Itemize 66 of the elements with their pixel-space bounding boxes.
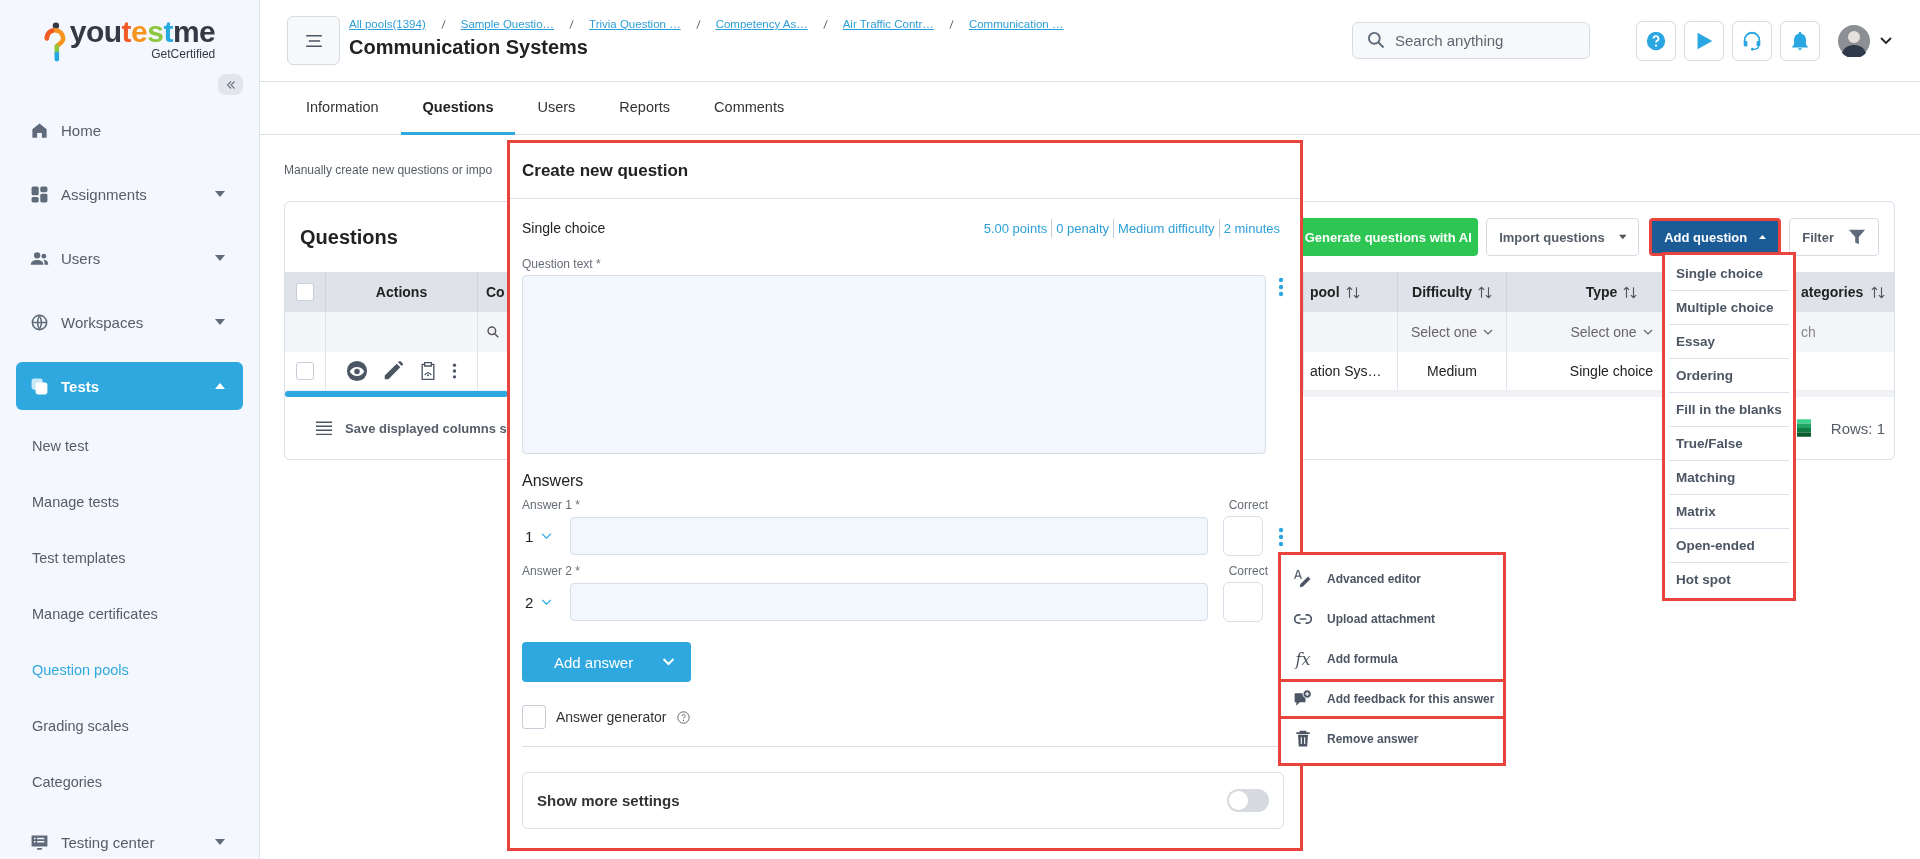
tab[interactable]: Questions	[400, 82, 516, 135]
field-label: Answer 2 *	[522, 564, 581, 578]
card-title: Questions	[300, 225, 398, 249]
filter-button[interactable]: Filter	[1789, 218, 1879, 256]
field-label: Correct	[1228, 564, 1268, 578]
import-button[interactable]: Import questions	[1486, 218, 1640, 256]
sidebar-item[interactable]: Assignments	[16, 170, 243, 218]
type-filter[interactable]: Select one	[1570, 324, 1653, 340]
column-header[interactable]: Difficulty	[1412, 284, 1472, 300]
sidebar-subitem[interactable]: Manage certificates	[32, 606, 158, 622]
menu-item[interactable]: Essay	[1669, 325, 1789, 359]
menu-item[interactable]: Matrix	[1669, 495, 1789, 529]
field-label: Answer 1 *	[522, 498, 581, 512]
column-header[interactable]: pool	[1310, 284, 1340, 300]
save-columns-text[interactable]: Save displayed columns s	[345, 420, 507, 436]
order-select[interactable]: 2	[522, 593, 558, 611]
menu-item[interactable]: Matching	[1669, 461, 1789, 495]
menu-item[interactable]: Advanced editor	[1278, 559, 1506, 599]
menu-item[interactable]: Open-ended	[1669, 529, 1789, 563]
table-cell: Single choice	[1569, 363, 1654, 379]
tab[interactable]: Information	[284, 82, 401, 135]
column-header[interactable]: Actions	[375, 284, 428, 300]
menu-item[interactable]: Ordering	[1669, 359, 1789, 393]
field-label: Question text *	[522, 257, 602, 271]
menu-item[interactable]: Fill in the blanks	[1669, 393, 1789, 427]
question-type: Single choice	[522, 220, 606, 236]
description-text: Manually create new questions or impo	[284, 163, 493, 177]
difficulty-filter[interactable]: Select one	[1410, 324, 1494, 340]
menu-item[interactable]: Multiple choice	[1669, 291, 1789, 325]
tab[interactable]: Reports	[597, 82, 693, 135]
table-cell: ation Sys…	[1310, 363, 1382, 379]
tab[interactable]: Comments	[692, 82, 807, 135]
column-header[interactable]: Co	[486, 284, 505, 300]
sidebar-subitem[interactable]: Grading scales	[32, 718, 129, 734]
menu-item[interactable]: Single choice	[1669, 257, 1789, 291]
section-heading: Answers	[522, 472, 585, 490]
search-field[interactable]: Search anything	[1352, 22, 1590, 59]
menu-item[interactable]: Hot spot	[1669, 563, 1789, 596]
row-count: Rows: 1	[1830, 419, 1885, 437]
dialog-title: Create new question	[522, 160, 689, 181]
page-title: Communication Systems	[349, 36, 589, 59]
sidebar-subitem[interactable]: Categories	[32, 774, 103, 790]
menu-item[interactable]: Add feedback for this answer	[1278, 679, 1506, 719]
menu-item[interactable]: Remove answer	[1278, 719, 1506, 759]
tab[interactable]: Users	[515, 82, 598, 135]
sidebar-item[interactable]: Testing center	[16, 818, 243, 859]
sidebar-subitem[interactable]: Test templates	[32, 550, 126, 566]
sidebar-item[interactable]: Home	[16, 106, 243, 154]
settings-label: Show more settings	[537, 792, 680, 809]
sidebar-item[interactable]: Workspaces	[16, 298, 243, 346]
checkbox-label: Answer generator	[556, 709, 667, 725]
sidebar-subitem[interactable]: Manage tests	[32, 494, 120, 510]
formula-icon: fx	[1293, 649, 1313, 669]
add-question-button[interactable]: Add question	[1649, 218, 1782, 256]
logo-wordmark: youtestme	[69, 17, 216, 47]
table-cell: Medium	[1427, 363, 1477, 379]
sidebar-item[interactable]: Users	[16, 234, 243, 282]
sidebar-subitem[interactable]: New test	[32, 438, 89, 454]
menu-item[interactable]: Upload attachment	[1278, 599, 1506, 639]
logo-tagline: GetCertified	[151, 47, 216, 61]
menu-item[interactable]: True/False	[1669, 427, 1789, 461]
column-header[interactable]: Type	[1585, 284, 1618, 300]
column-header[interactable]: ategories	[1801, 284, 1864, 300]
menu-item[interactable]: fx Add formula	[1278, 639, 1506, 679]
field-label: Correct	[1228, 498, 1268, 512]
order-select[interactable]: 1	[522, 527, 558, 545]
